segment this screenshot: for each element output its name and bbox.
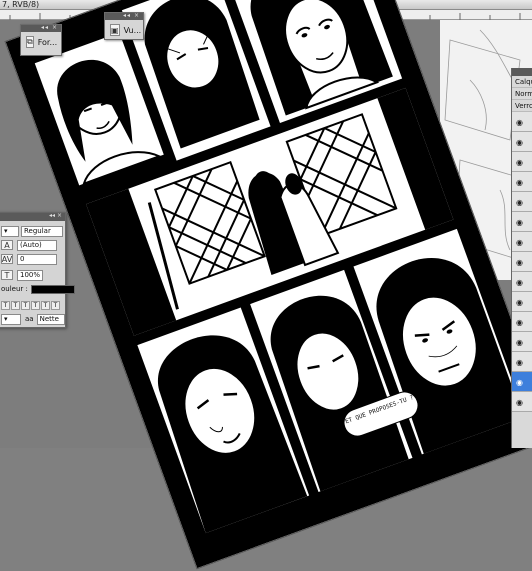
palette-formes[interactable]: ◂◂ × ⧉ For... [20,24,62,56]
layers-panel-header[interactable] [512,68,532,76]
eye-icon[interactable]: ◉ [516,318,523,327]
tracking-icon: AV [1,254,13,264]
tracking-field[interactable]: 0 [17,253,57,265]
palette-vues-label: Vu... [123,25,142,35]
view-icon: ▣ [110,24,120,36]
eye-icon[interactable]: ◉ [516,138,523,147]
eye-icon[interactable]: ◉ [516,178,523,187]
layer-row-selected[interactable]: ◉ [512,372,532,392]
faux-bold-button[interactable]: T [1,300,10,310]
eye-icon[interactable]: ◉ [516,378,523,387]
tracking-value: 0 [20,254,25,263]
font-style-value: Regular [24,226,51,235]
vertical-scale-icon: T [1,270,13,280]
superscript-button[interactable]: T [41,300,50,310]
lock-label: Verrou [512,100,532,112]
palette-formes-label: For... [37,37,58,47]
eye-icon[interactable]: ◉ [516,238,523,247]
small-caps-button[interactable]: T [31,300,40,310]
leading-value: (Auto) [20,240,42,249]
layer-row[interactable]: ◉ [512,112,532,132]
character-panel[interactable]: ◂◂ × ▾ Regular A (Auto) AV 0 T 100% oule… [0,212,75,328]
scale-value: 100% [20,270,41,279]
eye-icon[interactable]: ◉ [516,198,523,207]
eye-icon[interactable]: ◉ [516,218,523,227]
shapes-icon: ⧉ [26,36,34,48]
layer-row[interactable]: ◉ [512,332,532,352]
blend-mode-dropdown[interactable]: Norma [512,88,532,100]
color-label: ouleur : [1,285,28,293]
layer-row[interactable]: ◉ [512,172,532,192]
document-title: 7, RVB/8) [2,0,40,9]
layer-row[interactable]: ◉ [512,192,532,212]
eye-icon[interactable]: ◉ [516,258,523,267]
layer-row[interactable]: ◉ [512,132,532,152]
layer-row[interactable]: ◉ [512,152,532,172]
palette-vues-header[interactable]: ◂◂ × [105,12,143,20]
layer-row[interactable]: ◉ [512,352,532,372]
layer-row[interactable]: ◉ [512,392,532,412]
font-style-dropdown[interactable]: Regular [21,225,63,237]
canvas-workspace[interactable]: ET QUE PROPOSES-TU ? ALLEZ ! [0,0,532,569]
layer-row[interactable]: ◉ [512,272,532,292]
faux-italic-button[interactable]: T [11,300,20,310]
antialias-value: Nette [39,314,59,323]
font-family-dropdown[interactable]: ▾ [1,225,19,237]
antialias-icon: aa [25,315,34,323]
leading-icon: A [1,240,13,250]
eye-icon[interactable]: ◉ [516,278,523,287]
layers-panel[interactable]: Calque Norma Verrou ◉ ◉ ◉ ◉ ◉ ◉ ◉ ◉ ◉ ◉ … [511,68,532,448]
layers-tab[interactable]: Calque [512,76,532,88]
layer-row[interactable]: ◉ [512,312,532,332]
layer-row[interactable]: ◉ [512,292,532,312]
eye-icon[interactable]: ◉ [516,358,523,367]
character-panel-header[interactable]: ◂◂ × [0,212,65,221]
eye-icon[interactable]: ◉ [516,298,523,307]
eye-icon[interactable]: ◉ [516,158,523,167]
all-caps-button[interactable]: T [21,300,30,310]
leading-field[interactable]: (Auto) [17,239,57,251]
palette-formes-header[interactable]: ◂◂ × [21,24,61,32]
eye-icon[interactable]: ◉ [516,398,523,407]
eye-icon[interactable]: ◉ [516,118,523,127]
scale-field[interactable]: 100% [17,269,43,281]
layer-row[interactable]: ◉ [512,212,532,232]
layer-row[interactable]: ◉ [512,232,532,252]
eye-icon[interactable]: ◉ [516,338,523,347]
palette-vues[interactable]: ◂◂ × ▣ Vu... [104,12,144,40]
language-dropdown[interactable]: ▾ [1,313,21,325]
underline-button[interactable]: T [51,300,60,310]
text-color-swatch[interactable] [30,284,75,294]
antialias-dropdown[interactable]: Nette [36,313,65,325]
layer-row[interactable]: ◉ [512,252,532,272]
